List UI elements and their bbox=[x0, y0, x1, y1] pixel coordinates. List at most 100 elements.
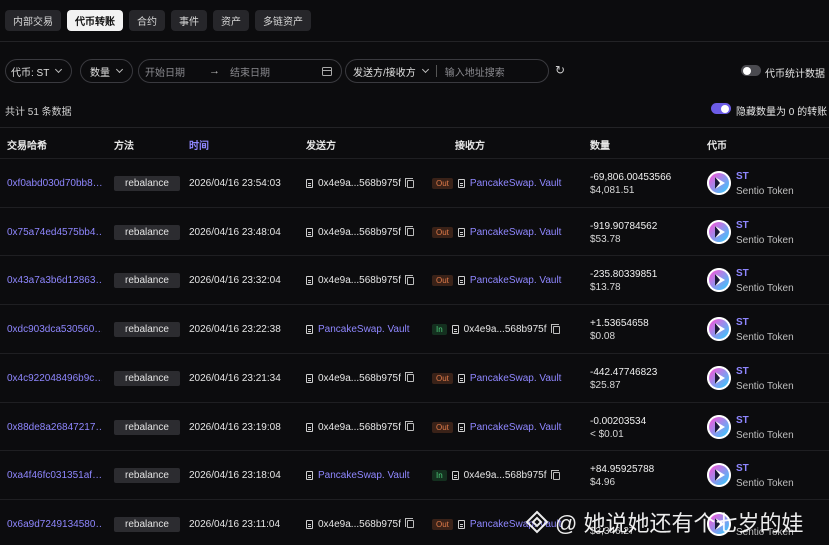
tab-3[interactable]: 事件 bbox=[171, 10, 207, 31]
amount-usd: < $0.01 bbox=[590, 428, 624, 440]
direction-badge: Out bbox=[432, 275, 453, 287]
method-badge: rebalance bbox=[114, 370, 180, 386]
method-badge: rebalance bbox=[114, 176, 180, 191]
tx-hash-link[interactable]: 0x75a74ed4575bb4… bbox=[7, 227, 102, 238]
token-symbol-link[interactable]: ST bbox=[736, 317, 749, 328]
token-logo-icon[interactable] bbox=[707, 463, 731, 488]
from-cell: 0x4e9a...568b975f bbox=[306, 372, 414, 384]
tab-5[interactable]: 多链资产 bbox=[255, 10, 311, 31]
copy-icon[interactable] bbox=[404, 274, 414, 285]
vault-link[interactable]: PancakeSwap. Vault bbox=[470, 422, 562, 433]
vault-link[interactable]: PancakeSwap. Vault bbox=[470, 227, 562, 238]
copy-icon[interactable] bbox=[550, 469, 560, 480]
token-symbol-link[interactable]: ST bbox=[736, 415, 749, 426]
copy-icon[interactable] bbox=[404, 226, 414, 237]
token-logo-icon[interactable] bbox=[707, 365, 731, 390]
col-time[interactable]: 时间 bbox=[189, 137, 209, 152]
address-link[interactable]: 0x4e9a...568b975f bbox=[318, 373, 401, 384]
tx-hash-link[interactable]: 0x88de8a26847217… bbox=[7, 422, 102, 433]
tab-4[interactable]: 资产 bbox=[213, 10, 249, 31]
amount-cell: -919.90784562 $53.78 bbox=[590, 220, 657, 246]
address-link[interactable]: 0x4e9a...568b975f bbox=[318, 422, 401, 433]
amount-value: -442.47746823 bbox=[590, 366, 658, 378]
hide-zero-toggle[interactable] bbox=[711, 103, 731, 114]
contract-icon bbox=[306, 519, 313, 529]
tx-hash-link[interactable]: 0x6a9d7249134580… bbox=[7, 519, 102, 530]
amount-cell: -442.47746823 $25.87 bbox=[590, 366, 657, 392]
token-symbol-link[interactable]: ST bbox=[736, 463, 749, 474]
contract-icon bbox=[306, 179, 313, 188]
watermark-text: @ 她说她还有个七岁的娃 bbox=[555, 511, 804, 536]
tx-time: 2026/04/16 23:19:08 bbox=[189, 421, 281, 433]
tx-hash-link[interactable]: 0x4c922048496b9c… bbox=[7, 373, 102, 384]
from-cell: 0x4e9a...568b975f bbox=[306, 226, 414, 238]
vault-link[interactable]: PancakeSwap. Vault bbox=[318, 470, 410, 481]
token-symbol-link[interactable]: ST bbox=[736, 220, 749, 231]
direction-badge: Out bbox=[432, 178, 453, 189]
from-cell: 0x4e9a...568b975f bbox=[306, 518, 414, 530]
amount-usd: $4,081.51 bbox=[590, 185, 635, 196]
address-link[interactable]: 0x4e9a...568b975f bbox=[464, 470, 547, 481]
date-range-picker[interactable]: 开始日期 → 结束日期 bbox=[138, 59, 342, 83]
copy-icon[interactable] bbox=[404, 518, 414, 529]
contract-icon bbox=[451, 325, 459, 335]
tx-hash-link[interactable]: 0xa4f46fc031351af… bbox=[7, 470, 102, 481]
token-logo-icon[interactable] bbox=[707, 414, 731, 439]
contract-icon bbox=[306, 373, 313, 383]
address-link[interactable]: 0x4e9a...568b975f bbox=[318, 227, 401, 238]
token-symbol-link[interactable]: ST bbox=[736, 268, 749, 279]
tx-hash-link[interactable]: 0xdc903dca530560… bbox=[7, 324, 102, 335]
end-date-input[interactable]: 结束日期 bbox=[230, 64, 270, 79]
tab-0[interactable]: 内部交易 bbox=[5, 10, 61, 31]
token-logo-icon[interactable] bbox=[707, 171, 731, 195]
vault-link[interactable]: PancakeSwap. Vault bbox=[470, 275, 562, 286]
address-link[interactable]: 0x4e9a...568b975f bbox=[318, 519, 401, 530]
party-select-label[interactable]: 发送方/接收方 bbox=[353, 64, 416, 79]
token-name: Sentio Token bbox=[736, 234, 794, 246]
divider bbox=[0, 41, 829, 42]
tab-1[interactable]: 代币转账 bbox=[67, 10, 123, 31]
amount-cell: +84.95925788 $4.96 bbox=[590, 463, 654, 489]
token-stats-label: 代币统计数据 bbox=[765, 69, 825, 80]
copy-icon[interactable] bbox=[404, 177, 414, 188]
amount-filter-select[interactable]: 数量 bbox=[80, 59, 133, 83]
vault-link[interactable]: PancakeSwap. Vault bbox=[470, 178, 562, 189]
token-logo-icon[interactable] bbox=[707, 317, 731, 342]
address-filter[interactable]: 发送方/接收方 输入地址搜索 bbox=[345, 59, 549, 83]
tx-hash-link[interactable]: 0x43a7a3b6d12863… bbox=[7, 275, 102, 286]
direction-badge: Out bbox=[432, 518, 453, 530]
address-search-input[interactable]: 输入地址搜索 bbox=[445, 64, 505, 79]
address-link[interactable]: 0x4e9a...568b975f bbox=[464, 324, 547, 335]
col-hash: 交易哈希 bbox=[7, 141, 47, 152]
address-link[interactable]: 0x4e9a...568b975f bbox=[318, 275, 401, 286]
table-header: 交易哈希 方法 时间 发送方 接收方 数量 代币 bbox=[0, 128, 829, 158]
start-date-input[interactable]: 开始日期 bbox=[145, 64, 185, 79]
token-symbol-link[interactable]: ST bbox=[736, 366, 749, 377]
tx-hash-link[interactable]: 0xf0abd030d70bb8… bbox=[7, 178, 102, 189]
amount-value: -69,806.00453566 bbox=[590, 172, 672, 183]
token-stats-toggle[interactable] bbox=[741, 65, 761, 76]
tab-bar: 内部交易 代币转账 合约 事件 资产 多链资产 bbox=[5, 10, 311, 31]
copy-icon[interactable] bbox=[404, 372, 414, 383]
address-link[interactable]: 0x4e9a...568b975f bbox=[318, 178, 401, 189]
amount-usd: $13.78 bbox=[590, 282, 621, 294]
vault-link[interactable]: PancakeSwap. Vault bbox=[318, 324, 410, 335]
copy-icon[interactable] bbox=[404, 421, 414, 431]
direction-badge: Out bbox=[432, 421, 453, 433]
tx-time: 2026/04/16 23:54:03 bbox=[189, 178, 281, 189]
contract-icon bbox=[457, 179, 465, 188]
table-row: 0xf0abd030d70bb8… rebalance 2026/04/16 23:… bbox=[0, 158, 829, 207]
col-method: 方法 bbox=[114, 141, 134, 152]
token-logo-icon[interactable] bbox=[707, 268, 731, 293]
token-filter-select[interactable]: 代币: ST bbox=[5, 59, 72, 83]
copy-icon[interactable] bbox=[550, 323, 560, 334]
vault-link[interactable]: PancakeSwap. Vault bbox=[470, 373, 562, 384]
table-row: 0x43a7a3b6d12863… rebalance 2026/04/16 23:… bbox=[0, 255, 829, 304]
contract-icon bbox=[306, 227, 313, 237]
token-logo-icon[interactable] bbox=[707, 219, 731, 244]
refresh-icon[interactable]: ↻ bbox=[554, 64, 566, 76]
tx-time: 2026/04/16 23:18:04 bbox=[189, 470, 281, 482]
token-symbol-link[interactable]: ST bbox=[736, 171, 749, 182]
tab-2[interactable]: 合约 bbox=[129, 10, 165, 31]
from-cell: 0x4e9a...568b975f bbox=[306, 421, 414, 433]
